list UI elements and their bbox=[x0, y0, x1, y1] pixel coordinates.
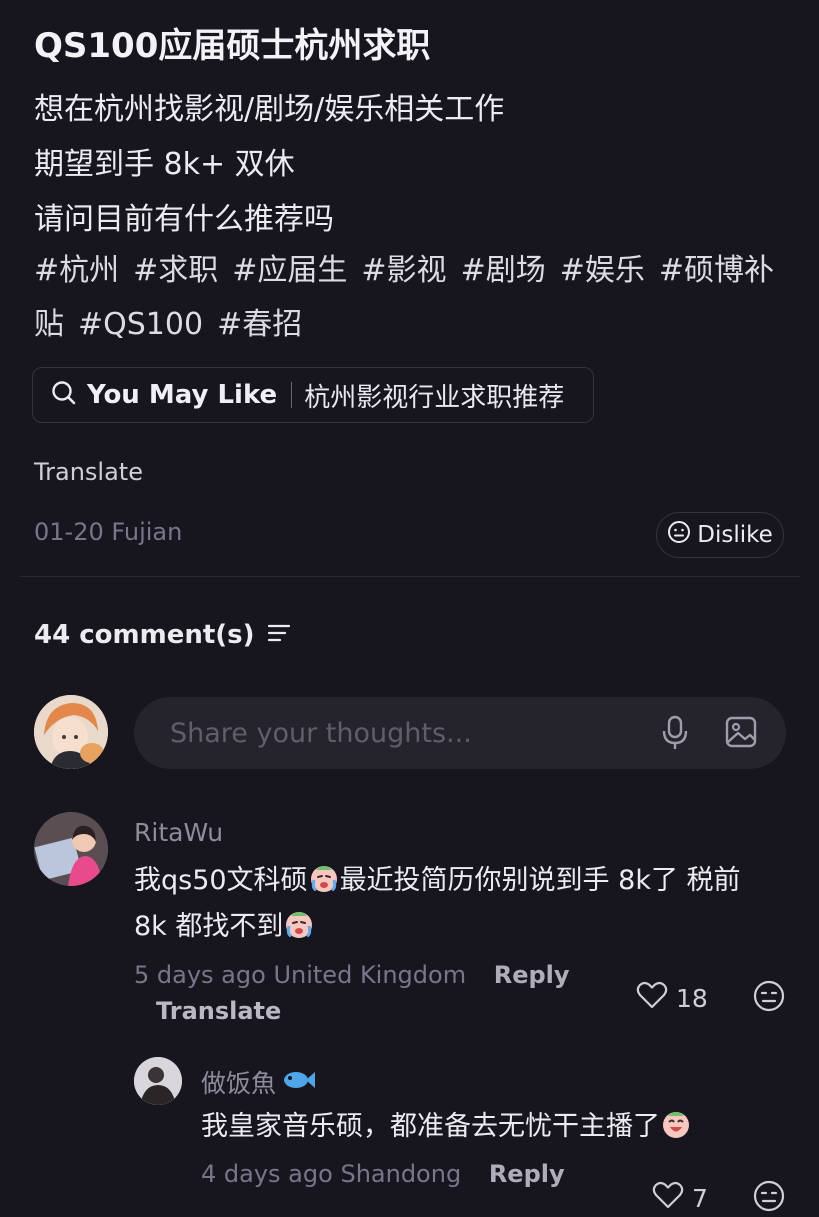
avatar[interactable] bbox=[34, 695, 108, 769]
comment-location: Shandong bbox=[340, 1160, 462, 1188]
dislike-button[interactable]: Dislike bbox=[656, 512, 784, 558]
comment-input[interactable] bbox=[168, 716, 642, 750]
translate-link[interactable]: Translate bbox=[156, 997, 281, 1025]
fish-icon bbox=[282, 1068, 316, 1097]
comment-composer[interactable] bbox=[134, 697, 786, 769]
post-meta: 01-20 Fujian bbox=[34, 518, 183, 546]
like-button[interactable]: 7 bbox=[652, 1180, 708, 1216]
neutral-face-icon bbox=[667, 520, 691, 550]
search-icon bbox=[51, 380, 77, 410]
you-may-like-chip[interactable]: You May Like 杭州影视行业求职推荐 bbox=[32, 367, 594, 423]
post-title: QS100应届硕士杭州求职 bbox=[34, 26, 431, 66]
comment-time: 4 days ago bbox=[201, 1160, 333, 1188]
hashtag[interactable]: #春招 bbox=[217, 307, 302, 342]
hashtag[interactable]: #应届生 bbox=[232, 253, 347, 288]
crying-emoji-icon bbox=[308, 862, 340, 894]
avatar[interactable] bbox=[134, 1057, 182, 1105]
comment-location: United Kingdom bbox=[273, 961, 467, 989]
post-body-line-2: 期望到手 8k+ 双休 bbox=[34, 147, 295, 182]
reply-button[interactable]: Reply bbox=[494, 961, 570, 989]
hashtag[interactable]: #剧场 bbox=[461, 253, 546, 288]
hashtag[interactable]: #娱乐 bbox=[560, 253, 645, 288]
hashtag[interactable]: #求职 bbox=[133, 253, 218, 288]
image-icon[interactable] bbox=[724, 715, 758, 753]
you-may-like-topic: 杭州影视行业求职推荐 bbox=[304, 382, 565, 413]
dislike-icon[interactable] bbox=[752, 1179, 786, 1217]
comment-count: 44 comment(s) bbox=[34, 620, 255, 650]
post-body-line-1: 想在杭州找影视/剧场/娱乐相关工作 bbox=[34, 92, 505, 127]
you-may-like-label: You May Like bbox=[87, 380, 278, 410]
comment-text: 我皇家音乐硕，都准备去无忧干主播了 bbox=[201, 1104, 692, 1150]
post-body-line-3: 请问目前有什么推荐吗 bbox=[34, 202, 334, 237]
sort-icon[interactable] bbox=[267, 620, 291, 650]
section-divider bbox=[20, 576, 800, 577]
hashtag-list: #杭州 #求职 #应届生 #影视 #剧场 #娱乐 #硕博补贴 #QS100 #春招 bbox=[34, 244, 794, 352]
comment-time: 5 days ago bbox=[134, 961, 266, 989]
chip-divider bbox=[291, 382, 293, 408]
hashtag[interactable]: #影视 bbox=[361, 253, 446, 288]
hashtag[interactable]: #杭州 bbox=[34, 253, 119, 288]
heart-icon bbox=[636, 980, 668, 1016]
like-button[interactable]: 18 bbox=[636, 980, 708, 1016]
translate-link[interactable]: Translate bbox=[34, 458, 143, 486]
comment-text: 我qs50文科硕 最近投简历你别说到手 8k了 税前 8k 都找不到 bbox=[134, 858, 794, 950]
comment-username[interactable]: 做饭魚 bbox=[201, 1064, 276, 1100]
hashtag[interactable]: #QS100 bbox=[78, 307, 203, 342]
dislike-icon[interactable] bbox=[752, 979, 786, 1017]
dislike-label: Dislike bbox=[697, 522, 773, 548]
comments-header: 44 comment(s) bbox=[34, 620, 291, 650]
laughing-emoji-icon bbox=[660, 1108, 692, 1140]
avatar[interactable] bbox=[34, 812, 108, 886]
comment-username-row: 做饭魚 bbox=[201, 1064, 316, 1100]
like-count: 7 bbox=[692, 1183, 708, 1213]
crying-emoji-icon bbox=[283, 908, 315, 940]
comment-meta: 4 days ago Shandong Reply bbox=[201, 1160, 565, 1188]
comment-meta: 5 days ago United Kingdom Reply bbox=[134, 961, 570, 989]
microphone-icon[interactable] bbox=[660, 715, 690, 755]
heart-icon bbox=[652, 1180, 684, 1216]
like-count: 18 bbox=[676, 983, 708, 1013]
comment-username[interactable]: RitaWu bbox=[134, 818, 223, 847]
reply-button[interactable]: Reply bbox=[489, 1160, 565, 1188]
